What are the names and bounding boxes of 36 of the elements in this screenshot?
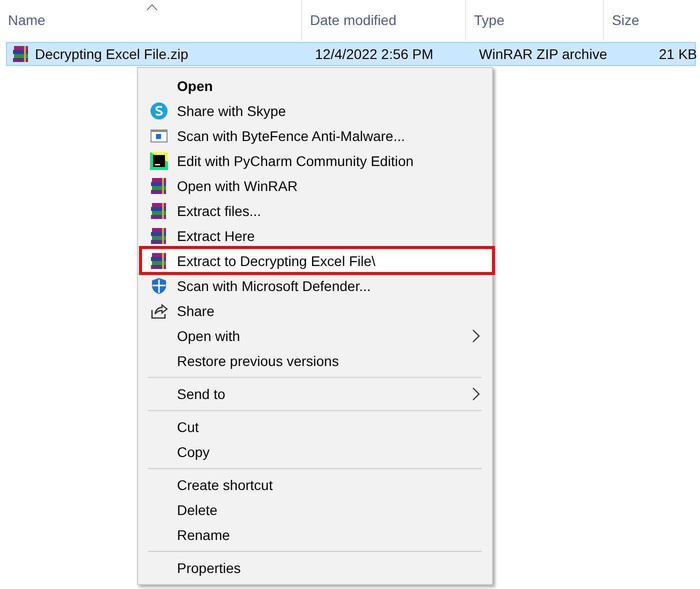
menu-item[interactable]: Restore previous versions xyxy=(140,348,490,373)
column-header[interactable]: Date modified xyxy=(302,0,466,40)
share-icon xyxy=(150,302,168,320)
file-date: 12/4/2022 2:56 PM xyxy=(314,46,434,62)
skype-icon xyxy=(150,102,168,120)
menu-item[interactable]: Scan with Microsoft Defender... xyxy=(140,273,490,298)
menu-item[interactable]: Scan with ByteFence Anti-Malware... xyxy=(140,123,490,148)
menu-item[interactable]: Open xyxy=(140,73,490,98)
menu-item[interactable]: Open with WinRAR xyxy=(140,173,490,198)
column-header[interactable]: Size xyxy=(604,0,700,40)
menu-item[interactable]: Properties xyxy=(140,555,490,580)
file-size: 21 KB xyxy=(658,46,698,62)
menu-item[interactable]: Edit with PyCharm Community Edition xyxy=(140,148,490,173)
archive-icon xyxy=(12,45,30,63)
menu-item[interactable]: Share xyxy=(140,298,490,323)
menu-item[interactable]: Extract Here xyxy=(140,223,490,248)
menu-item[interactable]: Send to xyxy=(140,381,490,406)
column-header[interactable]: Type xyxy=(466,0,604,40)
books-icon xyxy=(150,176,168,194)
menu-item[interactable]: Cut xyxy=(140,414,490,439)
menu-item[interactable]: Open with xyxy=(140,323,490,348)
window-icon xyxy=(150,126,168,144)
books-icon xyxy=(150,202,168,220)
file-type: WinRAR ZIP archive xyxy=(478,46,608,62)
menu-item[interactable]: Rename xyxy=(140,522,490,547)
file-row[interactable]: Decrypting Excel File.zip 12/4/2022 2:56 PM WinRAR ZIP archive 21 KB xyxy=(6,42,696,66)
menu-item[interactable]: Extract files... xyxy=(140,198,490,223)
shield-icon xyxy=(150,276,168,294)
menu-item[interactable]: Create shortcut xyxy=(140,472,490,497)
file-name: Decrypting Excel File.zip xyxy=(35,46,188,62)
menu-item[interactable]: Copy xyxy=(140,439,490,464)
column-header[interactable]: Name xyxy=(0,0,302,40)
books-icon xyxy=(150,252,168,270)
menu-item[interactable]: Share with Skype xyxy=(140,98,490,123)
books-icon xyxy=(150,226,168,244)
menu-item[interactable]: Delete xyxy=(140,497,490,522)
